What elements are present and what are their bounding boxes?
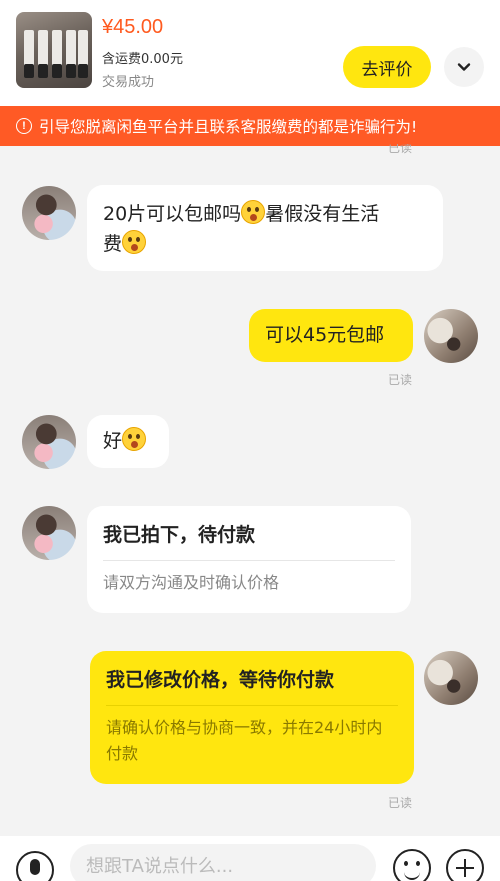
crying-emoji-icon (122, 230, 147, 254)
price-change-card[interactable]: 我已修改价格，等待你付款 请确认价格与协商一致，并在24小时内付款 (90, 651, 414, 784)
card-body: 请确认价格与协商一致，并在24小时内付款 (106, 718, 383, 763)
avatar[interactable] (22, 506, 76, 560)
chevron-down-icon (457, 63, 471, 71)
read-receipt: 已读 (388, 373, 413, 387)
card-divider (103, 560, 395, 561)
card-title: 我已拍下，待付款 (103, 524, 256, 546)
alert-circle-icon: ! (16, 118, 32, 134)
flushed-emoji-icon (241, 200, 266, 224)
shipping-fee: 含运费0.00元 (102, 52, 183, 67)
product-thumbnail[interactable] (16, 12, 92, 88)
message-bubble[interactable]: 可以45元包邮 (249, 309, 413, 362)
fraud-warning-text: 引导您脱离闲鱼平台并且联系客服缴费的都是诈骗行为! (39, 118, 418, 136)
message-bubble[interactable]: 20片可以包邮吗 暑假没有生活 费 (87, 185, 443, 271)
order-status-card[interactable]: 我已拍下，待付款 请双方沟通及时确认价格 (87, 506, 411, 613)
card-divider (106, 705, 398, 706)
plus-icon[interactable] (446, 849, 484, 881)
card-body: 请双方沟通及时确认价格 (103, 573, 280, 592)
read-receipt: 已读 (388, 144, 413, 155)
order-header: ¥45.00 含运费0.00元 交易成功 去评价 (0, 0, 500, 106)
avatar[interactable] (424, 651, 478, 705)
read-receipt: 已读 (388, 796, 413, 810)
expand-button[interactable] (444, 47, 484, 87)
message-input[interactable] (70, 844, 376, 881)
review-button[interactable]: 去评价 (343, 46, 431, 88)
message-text: 暑假没有生活 (265, 203, 380, 225)
avatar[interactable] (424, 309, 478, 363)
avatar[interactable] (22, 186, 76, 240)
input-bar (0, 836, 500, 881)
order-status: 交易成功 (102, 75, 155, 90)
flushed-emoji-icon (122, 427, 147, 451)
card-title: 我已修改价格，等待你付款 (106, 669, 335, 691)
fraud-warning-banner: ! 引导您脱离闲鱼平台并且联系客服缴费的都是诈骗行为! (0, 106, 500, 146)
avatar[interactable] (22, 415, 76, 469)
message-text: 20片可以包邮吗 (103, 203, 242, 225)
message-text: 好 (103, 430, 123, 452)
product-price: ¥45.00 (102, 16, 164, 38)
message-bubble[interactable]: 好 (87, 415, 169, 468)
message-text: 可以45元包邮 (265, 324, 385, 346)
mic-icon[interactable] (16, 851, 54, 881)
message-text: 费 (103, 233, 123, 255)
emoji-icon[interactable] (393, 849, 431, 881)
